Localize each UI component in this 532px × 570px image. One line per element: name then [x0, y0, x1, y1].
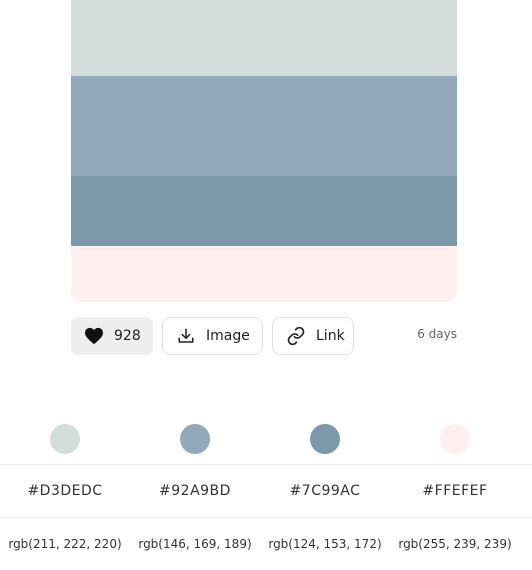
link-icon — [286, 326, 306, 346]
palette-swatch-2[interactable] — [71, 76, 457, 176]
rgb-code[interactable]: rgb(146, 169, 189) — [130, 537, 260, 551]
link-label: Link — [316, 328, 345, 344]
color-dot-2[interactable] — [180, 424, 210, 454]
rgb-code[interactable]: rgb(255, 239, 239) — [390, 537, 520, 551]
color-dot-4[interactable] — [440, 424, 470, 454]
like-button[interactable]: 928 — [71, 317, 153, 355]
palette-preview[interactable] — [71, 0, 457, 302]
copy-link-button[interactable]: Link — [272, 317, 354, 355]
rgb-row: rgb(211, 222, 220) rgb(146, 169, 189) rg… — [0, 517, 532, 570]
action-bar: 928 Image Link — [71, 317, 354, 355]
color-dot-1[interactable] — [50, 424, 80, 454]
hex-code[interactable]: #7C99AC — [260, 483, 390, 499]
rgb-code[interactable]: rgb(124, 153, 172) — [260, 537, 390, 551]
hex-code[interactable]: #D3DEDC — [0, 483, 130, 499]
like-count: 928 — [114, 328, 141, 344]
heart-icon — [84, 326, 104, 346]
palette-age: 6 days — [417, 327, 457, 341]
palette-swatch-4[interactable] — [71, 246, 457, 302]
color-dots — [0, 424, 532, 454]
hex-code[interactable]: #FFEFEF — [390, 483, 520, 499]
color-dot-3[interactable] — [310, 424, 340, 454]
palette-swatch-1[interactable] — [71, 0, 457, 76]
hex-code[interactable]: #92A9BD — [130, 483, 260, 499]
color-list: #D3DEDC #92A9BD #7C99AC #FFEFEF rgb(211,… — [0, 424, 532, 570]
hex-row: #D3DEDC #92A9BD #7C99AC #FFEFEF — [0, 464, 532, 517]
download-image-button[interactable]: Image — [162, 317, 263, 355]
image-label: Image — [206, 328, 250, 344]
rgb-code[interactable]: rgb(211, 222, 220) — [0, 537, 130, 551]
download-icon — [176, 326, 196, 346]
palette-swatch-3[interactable] — [71, 176, 457, 246]
